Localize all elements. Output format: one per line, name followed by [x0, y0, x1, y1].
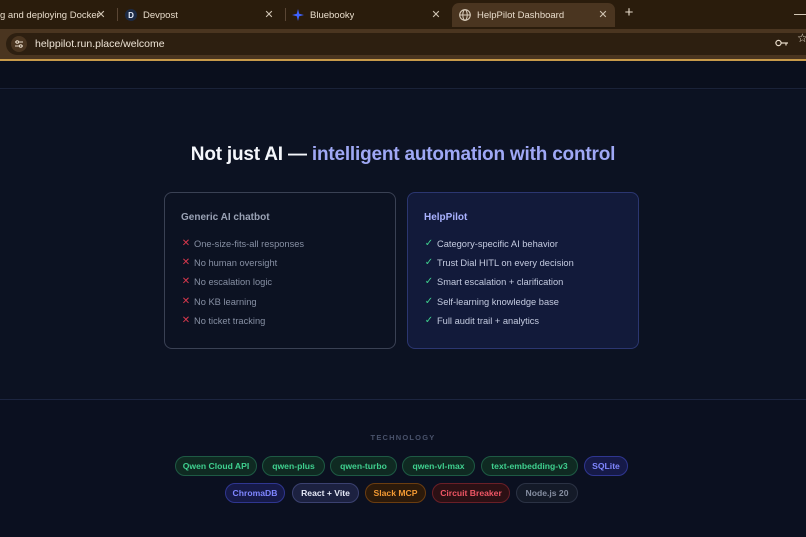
tech-chip: ChromaDB	[225, 483, 285, 503]
feature-label: Smart escalation + clarification	[437, 276, 564, 287]
tab-separator	[285, 8, 286, 21]
feature-item: ✓ Category-specific AI behavior	[424, 238, 558, 249]
tech-chip: text-embedding-v3	[481, 456, 578, 476]
check-icon: ✓	[424, 315, 434, 326]
tab-helppilot-dashboard[interactable]: HelpPilot Dashboard ✕	[452, 3, 615, 27]
tech-chip: qwen-turbo	[330, 456, 397, 476]
feature-label: One-size-fits-all responses	[194, 238, 305, 249]
devpost-d-icon: D	[125, 9, 137, 21]
tech-chip: SQLite	[584, 456, 628, 476]
url-text: helppilot.run.place/welcome	[35, 38, 165, 50]
close-tab-icon[interactable]: ✕	[597, 8, 609, 21]
check-icon: ✓	[424, 257, 434, 268]
feature-item: ✕ One-size-fits-all responses	[181, 238, 304, 249]
bookmark-star-icon[interactable]: ☆	[797, 31, 806, 45]
new-tab-button[interactable]: +	[622, 5, 636, 20]
cross-icon: ✕	[181, 257, 191, 268]
feature-item: ✓ Trust Dial HITL on every decision	[424, 257, 574, 268]
feature-item: ✓ Smart escalation + clarification	[424, 276, 564, 287]
feature-label: No ticket tracking	[194, 315, 266, 326]
technology-label: TECHNOLOGY	[370, 433, 436, 442]
tech-chip: qwen-plus	[262, 456, 325, 476]
tech-chip: React + Vite	[292, 483, 359, 503]
tab-devpost[interactable]: D Devpost ✕	[125, 3, 281, 27]
tab-separator	[117, 8, 118, 21]
cross-icon: ✕	[181, 276, 191, 287]
helppilot-card: HelpPilot ✓ Category-specific AI behavior…	[407, 192, 639, 349]
cross-icon: ✕	[181, 238, 191, 249]
tab-title: HelpPilot Dashboard	[477, 9, 565, 21]
tab-title: Bluebooky	[310, 9, 355, 21]
bluebooky-star-icon	[292, 9, 304, 21]
tech-chip: Slack MCP	[365, 483, 426, 503]
feature-item: ✓ Self-learning knowledge base	[424, 296, 559, 307]
key-icon[interactable]	[775, 35, 789, 53]
browser-toolbar: helppilot.run.place/welcome ☆	[0, 29, 806, 59]
tech-chip: Node.js 20	[516, 483, 578, 503]
browser-window: g and deploying Docker ✕ D Devpost ✕ Blu…	[0, 0, 806, 537]
cross-icon: ✕	[181, 315, 191, 326]
card-title: Generic AI chatbot	[181, 212, 270, 223]
tech-chip: Qwen Cloud API	[175, 456, 257, 476]
address-bar[interactable]: helppilot.run.place/welcome	[6, 33, 806, 55]
close-tab-icon[interactable]: ✕	[430, 8, 442, 21]
feature-item: ✕ No ticket tracking	[181, 315, 266, 326]
heading-accent: intelligent automation with control	[311, 144, 616, 165]
feature-item: ✕ No KB learning	[181, 296, 257, 307]
check-icon: ✓	[424, 276, 434, 287]
feature-label: No human oversight	[194, 257, 278, 268]
tech-chip: qwen-vl-max	[402, 456, 475, 476]
page-header-bar	[0, 61, 806, 89]
feature-item: ✕ No human oversight	[181, 257, 277, 268]
feature-label: Full audit trail + analytics	[437, 315, 540, 326]
check-icon: ✓	[424, 238, 434, 249]
comparison-heading: Not just AI — intelligent automation wit…	[0, 144, 806, 166]
comparison-section: Not just AI — intelligent automation wit…	[0, 90, 806, 400]
tab-title: Devpost	[143, 9, 178, 21]
feature-item: ✕ No escalation logic	[181, 276, 272, 287]
tab-strip: g and deploying Docker ✕ D Devpost ✕ Blu…	[0, 0, 806, 29]
page-content: Not just AI — intelligent automation wit…	[0, 61, 806, 537]
feature-label: Self-learning knowledge base	[437, 296, 559, 307]
tab-bluebooky[interactable]: Bluebooky ✕	[292, 3, 448, 27]
svg-text:D: D	[128, 11, 134, 20]
feature-label: No KB learning	[194, 296, 257, 307]
feature-label: Category-specific AI behavior	[437, 238, 558, 249]
check-icon: ✓	[424, 296, 434, 307]
tab-title: g and deploying Docker	[0, 9, 100, 21]
close-tab-icon[interactable]: ✕	[263, 8, 275, 21]
card-title: HelpPilot	[424, 212, 468, 223]
close-tab-icon[interactable]: ✕	[95, 8, 107, 21]
feature-label: No escalation logic	[194, 276, 273, 287]
cross-icon: ✕	[181, 296, 191, 307]
site-settings-icon[interactable]	[11, 36, 27, 52]
heading-plain: Not just AI —	[190, 144, 307, 165]
generic-chatbot-card: Generic AI chatbot ✕ One-size-fits-all re…	[164, 192, 396, 349]
tech-chip: Circuit Breaker	[432, 483, 510, 503]
feature-item: ✓ Full audit trail + analytics	[424, 315, 539, 326]
tab-docker[interactable]: g and deploying Docker ✕	[0, 3, 113, 27]
minimize-button[interactable]: —	[794, 6, 806, 21]
feature-label: Trust Dial HITL on every decision	[437, 257, 574, 268]
globe-icon	[459, 9, 471, 21]
